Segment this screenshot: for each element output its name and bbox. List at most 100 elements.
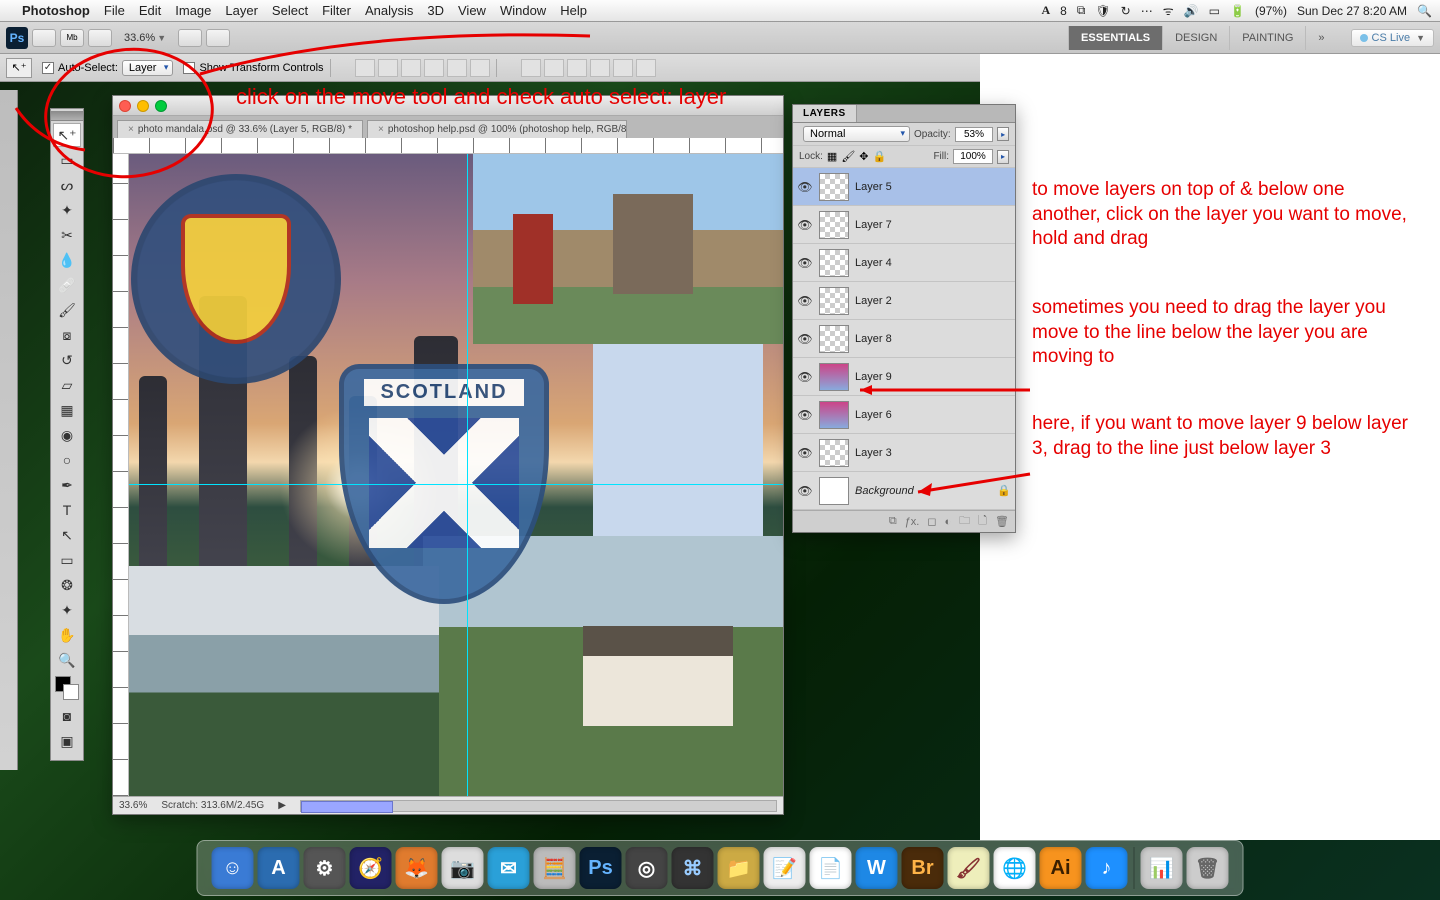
- layer-row[interactable]: 👁Layer 4: [793, 244, 1015, 282]
- layer-name[interactable]: Layer 5: [855, 181, 892, 193]
- 3d-camera-tool[interactable]: ✦: [53, 598, 81, 622]
- dock-app-icon[interactable]: Ai: [1040, 847, 1082, 889]
- layer-name[interactable]: Layer 7: [855, 219, 892, 231]
- dots-icon[interactable]: ⋯: [1141, 4, 1153, 18]
- 3d-tool[interactable]: ❂: [53, 573, 81, 597]
- quick-mask-button[interactable]: ◙: [53, 704, 81, 728]
- path-select-tool[interactable]: ↖: [53, 523, 81, 547]
- dock-app-icon[interactable]: ♪: [1086, 847, 1128, 889]
- layer-thumbnail[interactable]: [819, 173, 849, 201]
- dock-app-icon[interactable]: 🧭: [350, 847, 392, 889]
- dock-app-icon[interactable]: 🧮: [534, 847, 576, 889]
- hand-tool[interactable]: ✋: [53, 623, 81, 647]
- dock-app-icon[interactable]: A: [258, 847, 300, 889]
- lock-pixels-icon[interactable]: 🖌: [841, 150, 855, 163]
- lock-transparent-icon[interactable]: ▦: [827, 150, 837, 163]
- dock-app-icon[interactable]: Ps: [580, 847, 622, 889]
- layer-name[interactable]: Layer 6: [855, 409, 892, 421]
- spotlight-icon[interactable]: 🔍: [1417, 4, 1432, 18]
- dock-app-icon[interactable]: ✉: [488, 847, 530, 889]
- menu-analysis[interactable]: Analysis: [365, 3, 413, 18]
- ruler-vertical[interactable]: [113, 154, 129, 796]
- blend-mode-select[interactable]: Normal: [803, 126, 910, 142]
- quick-select-tool[interactable]: ✦: [53, 198, 81, 222]
- layers-panel-tab[interactable]: LAYERS: [793, 105, 857, 122]
- layer-name[interactable]: Layer 3: [855, 447, 892, 459]
- layer-row[interactable]: 👁Layer 8: [793, 320, 1015, 358]
- dock-app-icon[interactable]: 🖌: [948, 847, 990, 889]
- menu-view[interactable]: View: [458, 3, 486, 18]
- dock-app-icon[interactable]: ◎: [626, 847, 668, 889]
- volume-icon[interactable]: 🔊: [1184, 4, 1199, 18]
- lock-position-icon[interactable]: ✥: [859, 150, 868, 163]
- sync-icon[interactable]: ↻: [1121, 4, 1131, 18]
- adobe-status-icon[interactable]: A: [1042, 3, 1051, 18]
- workspace-painting[interactable]: PAINTING: [1229, 26, 1305, 50]
- opacity-value[interactable]: 53%: [955, 127, 994, 142]
- lock-all-icon[interactable]: 🔒: [873, 150, 887, 163]
- type-tool[interactable]: T: [53, 498, 81, 522]
- healing-tool[interactable]: 🩹: [53, 273, 81, 297]
- menu-file[interactable]: File: [104, 3, 125, 18]
- visibility-icon[interactable]: 👁: [797, 370, 813, 384]
- dock-app-icon[interactable]: 🦊: [396, 847, 438, 889]
- fill-value[interactable]: 100%: [953, 149, 993, 164]
- visibility-icon[interactable]: 👁: [797, 446, 813, 460]
- workspace-more[interactable]: »: [1305, 26, 1336, 50]
- dock-app-icon[interactable]: ⌘: [672, 847, 714, 889]
- layer-group-icon[interactable]: 🗀: [959, 512, 970, 531]
- dock-app-icon[interactable]: 📁: [718, 847, 760, 889]
- stamp-tool[interactable]: ⧇: [53, 323, 81, 347]
- dock-app-icon[interactable]: W: [856, 847, 898, 889]
- cs-live-button[interactable]: CS Live▼: [1351, 29, 1434, 47]
- layer-row[interactable]: 👁Layer 7: [793, 206, 1015, 244]
- shield-icon[interactable]: 🛡: [1095, 4, 1110, 18]
- gradient-tool[interactable]: ▦: [53, 398, 81, 422]
- dock-app-icon[interactable]: 📄: [810, 847, 852, 889]
- pen-tool[interactable]: ✒: [53, 473, 81, 497]
- dock-app-icon[interactable]: ⚙: [304, 847, 346, 889]
- eyedropper-tool[interactable]: 💧: [53, 248, 81, 272]
- layer-thumbnail[interactable]: [819, 287, 849, 315]
- menu-edit[interactable]: Edit: [139, 3, 161, 18]
- brush-tool[interactable]: 🖌: [53, 298, 81, 322]
- shape-tool[interactable]: ▭: [53, 548, 81, 572]
- visibility-icon[interactable]: 👁: [797, 294, 813, 308]
- history-brush-tool[interactable]: ↺: [53, 348, 81, 372]
- menu-select[interactable]: Select: [272, 3, 308, 18]
- layer-thumbnail[interactable]: [819, 401, 849, 429]
- dropbox-icon[interactable]: ⧉: [1077, 3, 1086, 18]
- dock-app-icon[interactable]: Br: [902, 847, 944, 889]
- layer-row[interactable]: 👁Layer 5: [793, 168, 1015, 206]
- layer-thumbnail[interactable]: [819, 477, 849, 505]
- dock-app-icon[interactable]: ☺: [212, 847, 254, 889]
- layer-row[interactable]: 👁 Layer 2: [793, 282, 1015, 320]
- menu-3d[interactable]: 3D: [427, 3, 444, 18]
- dodge-tool[interactable]: ○: [53, 448, 81, 472]
- visibility-icon[interactable]: 👁: [797, 408, 813, 422]
- zoom-tool[interactable]: 🔍: [53, 648, 81, 672]
- adjustment-layer-icon[interactable]: ◐: [945, 516, 952, 528]
- delete-layer-icon[interactable]: 🗑: [995, 515, 1009, 528]
- collapsed-panel-dock[interactable]: [0, 90, 18, 770]
- wifi-icon[interactable]: ᯤ: [1163, 2, 1174, 19]
- status-zoom[interactable]: 33.6%: [119, 800, 147, 811]
- visibility-icon[interactable]: 👁: [797, 484, 813, 498]
- visibility-icon[interactable]: 👁: [797, 256, 813, 270]
- status-scratch[interactable]: Scratch: 313.6M/2.45G: [161, 800, 264, 811]
- menu-window[interactable]: Window: [500, 3, 546, 18]
- layer-row[interactable]: 👁 Layer 6: [793, 396, 1015, 434]
- blur-tool[interactable]: ◉: [53, 423, 81, 447]
- dock-app-icon[interactable]: 🗑: [1187, 847, 1229, 889]
- layer-mask-icon[interactable]: ◻: [927, 515, 936, 528]
- new-layer-icon[interactable]: 🗋: [978, 512, 987, 531]
- workspace-essentials[interactable]: ESSENTIALS: [1068, 26, 1162, 50]
- layer-name[interactable]: Layer 2: [855, 295, 892, 307]
- battery-icon[interactable]: 🔋: [1230, 4, 1245, 18]
- menu-help[interactable]: Help: [560, 3, 587, 18]
- opacity-arrow[interactable]: ▸: [997, 127, 1009, 141]
- layer-row[interactable]: 👁 Layer 3: [793, 434, 1015, 472]
- eraser-tool[interactable]: ▱: [53, 373, 81, 397]
- clock[interactable]: Sun Dec 27 8:20 AM: [1297, 4, 1407, 18]
- menu-filter[interactable]: Filter: [322, 3, 351, 18]
